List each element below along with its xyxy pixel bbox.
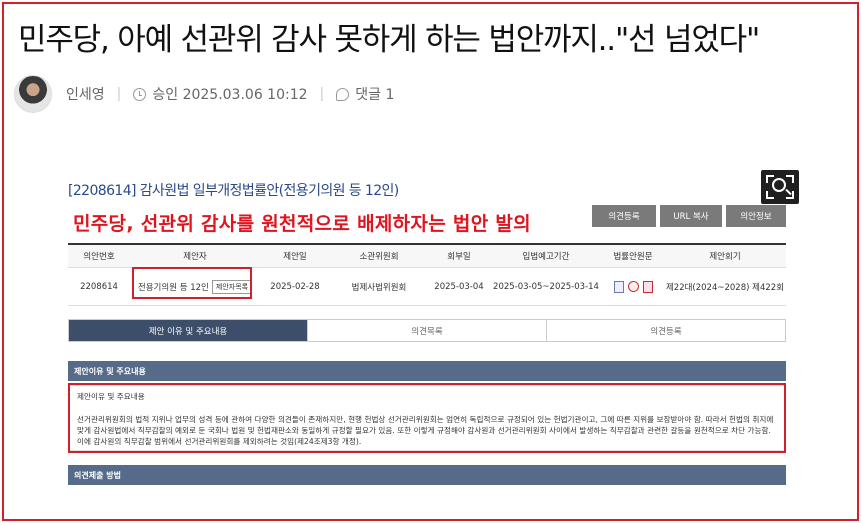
referral-date: 2025-03-04	[434, 281, 484, 292]
section-title: 제안이유 및 주요내용	[68, 361, 786, 381]
bill-original-docs	[602, 280, 664, 293]
table-header: 입법예고기간	[522, 252, 570, 262]
table-header: 제안일	[283, 252, 307, 262]
bill-number: 2208614	[80, 281, 118, 292]
committee: 법제사법위원회	[351, 282, 407, 293]
proposed-date: 2025-02-28	[270, 281, 320, 292]
bill-title: [2208614] 감사원법 일부개정법률안(전용기의원 등 12인)	[68, 183, 399, 199]
tab-opinion-register[interactable]: 의견등록	[547, 320, 785, 341]
document-icon[interactable]	[627, 280, 639, 292]
author-avatar	[14, 75, 52, 113]
meta-separator: |	[116, 86, 122, 102]
clock-icon	[133, 87, 147, 101]
tab-reason[interactable]: 제안 이유 및 주요내용	[69, 320, 308, 341]
table-header: 법률안원문	[613, 252, 653, 262]
content-highlight-box	[68, 383, 786, 453]
table-header: 소관위원회	[359, 252, 399, 262]
table-header: 회부일	[447, 252, 471, 262]
opinion-register-button[interactable]: 의견등록	[592, 205, 656, 227]
document-icon[interactable]	[613, 280, 624, 293]
zoom-icon[interactable]	[761, 170, 799, 204]
author-name[interactable]: 인세영	[66, 84, 105, 104]
bill-info-button[interactable]: 의안정보	[726, 205, 786, 227]
document-icon[interactable]	[642, 280, 653, 293]
notice-period: 2025-03-05~2025-03-14	[493, 281, 599, 292]
meta-separator: |	[319, 86, 325, 102]
approved-date: 승인 2025.03.06 10:12	[152, 87, 308, 103]
red-caption: 민주당, 선관위 감사를 원천적으로 배제하자는 법안 발의	[73, 213, 531, 235]
content-tabs: 제안 이유 및 주요내용 의견목록 의견등록	[68, 319, 786, 342]
tab-opinion-list[interactable]: 의견목록	[308, 320, 547, 341]
proposer-highlight-box	[132, 267, 252, 299]
comment-count[interactable]: 댓글 1	[355, 84, 394, 104]
embedded-screenshot: [2208614] 감사원법 일부개정법률안(전용기의원 등 12인) 민주당,…	[58, 157, 799, 507]
section-title-2: 의견제출 방법	[68, 465, 786, 485]
article-headline: 민주당, 아예 선관위 감사 못하게 하는 법안까지.."선 넘었다"	[18, 22, 760, 58]
table-header-row: 의안번호 제안자 제안일 소관위원회 회부일 입법예고기간 법률안원문 제안회기	[68, 245, 786, 268]
comment-icon	[336, 87, 350, 101]
session: 제22대(2024~2028) 제422회	[665, 282, 785, 293]
url-copy-button[interactable]: URL 복사	[660, 205, 722, 227]
article-meta: 인세영 | 승인 2025.03.06 10:12 | 댓글 1	[14, 72, 394, 116]
table-header: 의안번호	[83, 252, 115, 262]
table-header: 제안자	[183, 252, 207, 262]
table-header: 제안회기	[709, 252, 741, 262]
